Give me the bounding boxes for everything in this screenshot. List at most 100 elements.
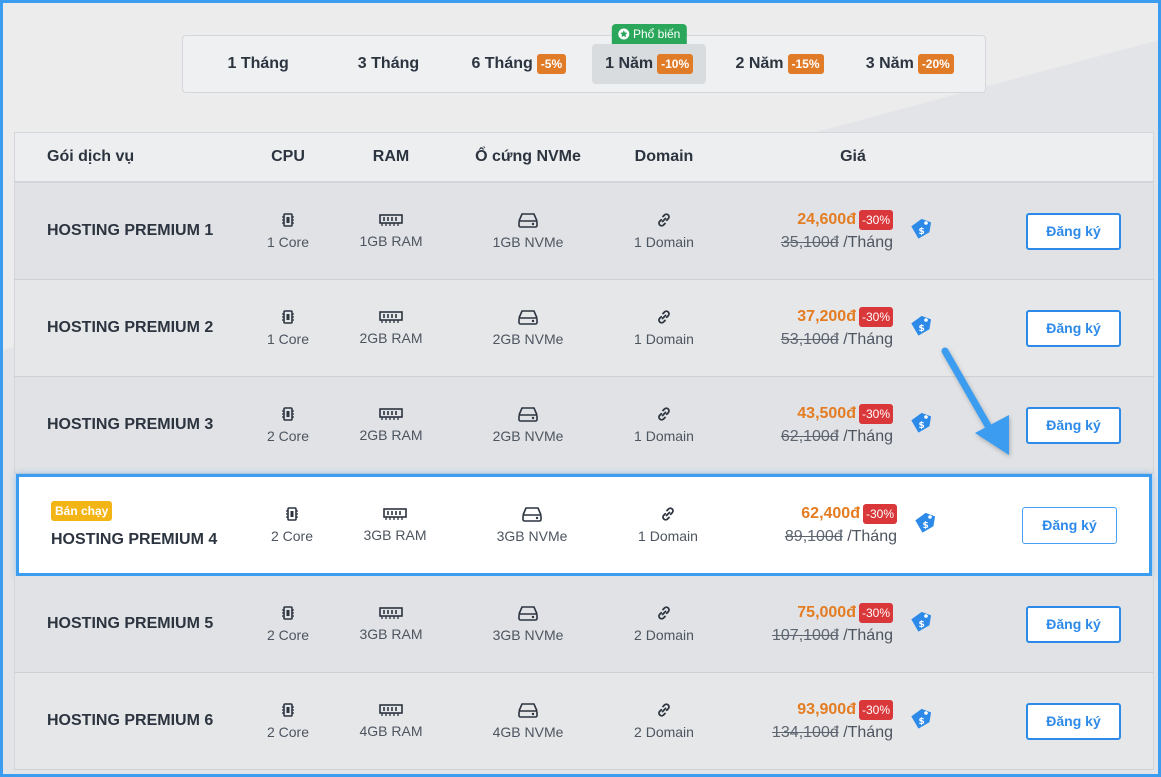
price-cell: 93,900đ -30% 134,100đ /Tháng [723,700,897,742]
disk-cell: 1GB NVMe [451,212,605,250]
tab-label: 3 Năm [865,55,914,72]
pointer-arrow-icon [941,347,1009,455]
original-price: 62,100đ [780,428,839,445]
ram-cell: 1GB RAM [331,213,451,249]
register-button[interactable]: Đăng ký [1026,605,1121,643]
price-cell: 75,000đ -30% 107,100đ /Tháng [723,603,897,645]
ram-stick-icon [379,311,403,323]
tab-6-months[interactable]: 6 Tháng -5% [454,44,584,84]
hard-drive-icon [518,407,538,422]
tab-2-years[interactable]: 2 Năm -15% [714,44,844,84]
action-cell: Đăng ký [945,605,1153,643]
per-month-label: /Tháng [843,724,893,741]
current-price: 24,600đ [797,211,856,228]
discount-badge: -30% [862,504,897,524]
domain-value: 1 Domain [634,331,694,347]
disk-value: 2GB NVMe [492,428,564,444]
old-price-line: 134,100đ /Tháng [723,724,893,742]
popular-label: Phổ biến [632,27,681,41]
old-price-line: 53,100đ /Tháng [723,331,893,349]
register-button[interactable]: Đăng ký [1026,309,1121,347]
tab-label: 2 Năm [735,55,784,72]
tab-label: 1 Năm [605,55,654,72]
price-tag-icon: $ [911,708,932,729]
domain-value: 2 Domain [634,627,694,643]
table-row-plan-6: HOSTING PREMIUM 6 2 Core 4GB RAM 4GB NVM… [14,673,1154,770]
per-month-label: /Tháng [847,528,897,545]
cpu-chip-icon [286,507,298,521]
cpu-chip-icon [282,407,294,421]
tab-1-year[interactable]: Phổ biến 1 Năm -10% [591,24,707,84]
header-domain: Domain [634,148,694,165]
plan-name: HOSTING PREMIUM 3 [47,416,214,433]
hard-drive-icon [518,213,538,228]
domain-cell: 2 Domain [605,702,723,740]
original-price: 35,100đ [780,234,839,251]
disk-cell: 4GB NVMe [451,702,605,740]
ram-value: 3GB RAM [359,626,423,642]
svg-text:$: $ [919,324,925,334]
discount-badge: -30% [858,210,893,230]
register-button[interactable]: Đăng ký [1022,506,1117,544]
old-price-line: 62,100đ /Tháng [723,428,893,446]
register-button[interactable]: Đăng ký [1026,702,1121,740]
disk-cell: 2GB NVMe [451,406,605,444]
original-price: 53,100đ [780,331,839,348]
per-month-label: /Tháng [843,234,893,251]
domain-cell: 1 Domain [605,406,723,444]
header-disk: Ổ cứng NVMe [475,148,581,165]
old-price-line: 35,100đ /Tháng [723,234,893,252]
tab-3-months[interactable]: 3 Tháng [323,44,453,84]
popular-badge: Phổ biến [611,24,687,44]
action-cell: Đăng ký [945,309,1153,347]
disk-value: 3GB NVMe [492,627,564,643]
ram-stick-icon [379,214,403,226]
plan-name-cell: HOSTING PREMIUM 1 [15,222,245,240]
current-price: 62,400đ [801,505,860,522]
per-month-label: /Tháng [843,627,893,644]
hard-drive-icon [518,703,538,718]
domain-cell: 1 Domain [605,212,723,250]
cpu-value: 1 Core [266,234,310,250]
cpu-cell: 2 Core [249,506,335,544]
tab-label: 6 Tháng [471,55,533,72]
table-row-plan-1: HOSTING PREMIUM 1 1 Core 1GB RAM 1GB NVM… [14,183,1154,280]
plan-name: HOSTING PREMIUM 2 [47,319,214,336]
tab-1-month[interactable]: 1 Tháng [193,44,323,84]
price-tag-icon: $ [911,611,932,632]
tag-cell: $ [897,314,945,343]
tab-discount-badge: -15% [787,54,824,74]
cpu-chip-icon [282,213,294,227]
cpu-value: 2 Core [266,724,310,740]
register-button[interactable]: Đăng ký [1026,406,1121,444]
register-button[interactable]: Đăng ký [1026,212,1121,250]
cpu-chip-icon [282,606,294,620]
ram-value: 3GB RAM [363,527,427,543]
action-cell: Đăng ký [949,506,1149,544]
ram-value: 2GB RAM [359,427,423,443]
domain-value: 1 Domain [634,428,694,444]
ram-stick-icon [383,508,407,520]
svg-text:$: $ [919,421,925,431]
old-price-line: 89,100đ /Tháng [727,528,897,546]
current-price: 75,000đ [797,604,856,621]
tab-3-years[interactable]: 3 Năm -20% [845,44,975,84]
tag-cell: $ [897,707,945,736]
tab-discount-badge: -20% [917,54,954,74]
tab-discount-badge: -10% [657,54,694,74]
svg-text:$: $ [919,717,925,727]
table-header: Gói dịch vụ CPU RAM Ổ cứng NVMe Domain G… [14,132,1154,183]
domain-cell: 1 Domain [609,506,727,544]
tag-cell: $ [897,610,945,639]
link-icon [658,606,670,620]
domain-value: 2 Domain [634,724,694,740]
price-tag-icon: $ [911,315,932,336]
link-icon [658,703,670,717]
original-price: 89,100đ [784,528,843,545]
tag-cell: $ [901,511,949,540]
tab-label: 3 Tháng [357,55,420,72]
discount-badge: -30% [858,603,893,623]
plan-name-cell: Bán chạy HOSTING PREMIUM 4 [19,501,249,549]
price-cell: 24,600đ -30% 35,100đ /Tháng [723,210,897,252]
current-price: 93,900đ [797,701,856,718]
